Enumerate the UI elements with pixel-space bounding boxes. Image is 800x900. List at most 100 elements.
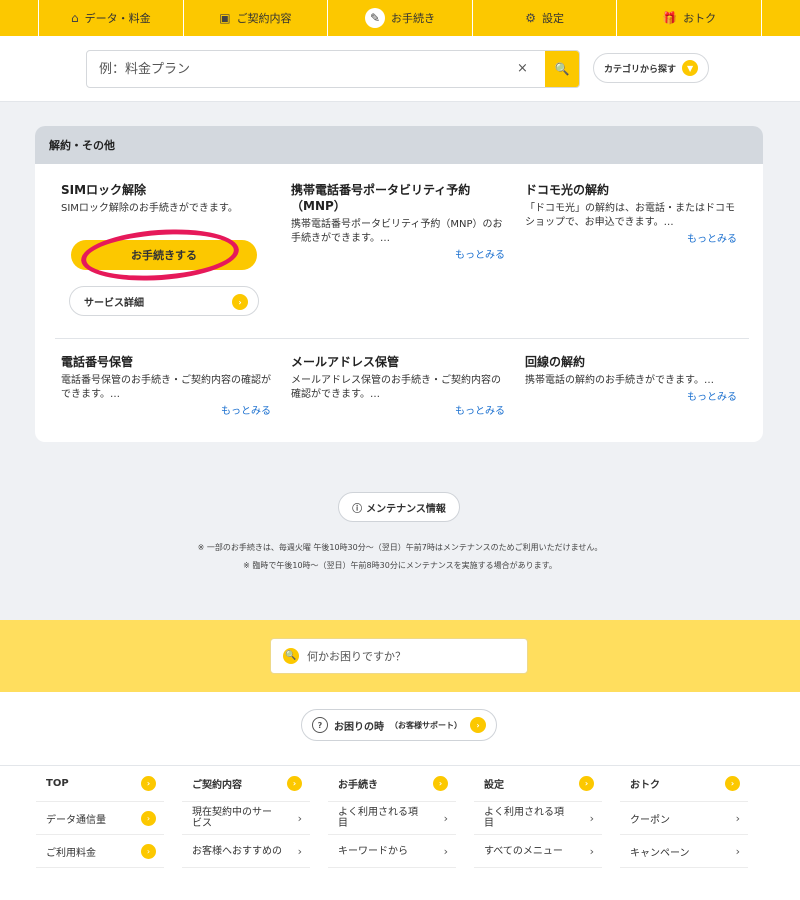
chevron-right-icon: ›	[443, 811, 448, 825]
item-desc: 電話番号保管のお手続き・ご契約内容の確認ができます。…	[61, 375, 271, 400]
chevron-right-icon: ›	[141, 843, 156, 859]
footer-link[interactable]: よく利用される項目 ›	[474, 802, 602, 835]
footer-link-label: データ通信量	[46, 814, 106, 826]
footer-column-contract: ご契約内容 › 現在契約中のサービス › お客様へおすすめの ›	[182, 766, 310, 868]
item-docomo-hikari: ドコモ光の解約 「ドコモ光」の解約は、お電話・またはドコモショップで、お申込でき…	[525, 182, 737, 245]
gift-icon: 🎁	[662, 11, 678, 25]
tab-procedures[interactable]: ✎ お手続き	[327, 0, 472, 36]
item-mnp: 携帯電話番号ポータビリティ予約（MNP） 携帯電話番号ポータビリティ予約（MNP…	[291, 182, 505, 261]
maintenance-note-1: ※ 一部のお手続きは、毎週火曜 午後10時30分～（翌日）午前7時はメンテナンス…	[197, 543, 603, 552]
more-link[interactable]: もっとみる	[291, 402, 505, 417]
chevron-right-icon: ›	[297, 844, 302, 858]
search-button[interactable]: 🔍	[545, 51, 579, 87]
footer-link[interactable]: よく利用される項目 ›	[328, 802, 456, 835]
tab-label: お手続き	[390, 12, 435, 25]
item-title: ドコモ光の解約	[525, 183, 610, 197]
chevron-right-icon: ›	[141, 776, 156, 791]
question-icon: ?	[312, 717, 328, 733]
item-desc: 携帯電話番号ポータビリティ予約（MNP）のお手続きができます。…	[291, 219, 503, 244]
edit-icon: ✎	[364, 8, 385, 28]
maintenance-note-2: ※ 臨時で午後10時～（翌日）午前8時30分にメンテナンスを実施する場合がありま…	[243, 561, 557, 570]
support-label: お困りの時	[334, 721, 384, 733]
support-sub-label: （お客様サポート）	[390, 720, 462, 730]
footer-navigation: TOP › データ通信量 › ご利用料金 › ご契約内容 › 現在契約中のサービ…	[0, 765, 800, 900]
tab-label: おトク	[683, 12, 717, 25]
maintenance-info-button[interactable]: ⓘ メンテナンス情報	[338, 492, 460, 522]
item-title: 電話番号保管	[61, 355, 134, 369]
item-line-cancel: 回線の解約 携帯電話の解約のお手続きができます。… もっとみる	[525, 354, 737, 403]
footer-link-label: よく利用される項目	[338, 807, 418, 829]
footer-link[interactable]: キャンペーン ›	[620, 835, 748, 868]
item-title: メールアドレス保管	[291, 355, 400, 369]
footer-link[interactable]: すべてのメニュー ›	[474, 835, 602, 868]
tab-settings[interactable]: ⚙ 設定	[471, 0, 617, 36]
chevron-right-icon: ›	[287, 776, 302, 791]
footer-link-label: お客様へおすすめの	[192, 845, 282, 857]
footer-link[interactable]: 現在契約中のサービス ›	[182, 802, 310, 835]
footer-column-deals: おトク › クーポン › キャンペーン ›	[620, 766, 748, 868]
footer-link-label: キーワードから	[338, 845, 408, 857]
footer-link-label: クーポン	[630, 814, 670, 826]
service-detail-button[interactable]: サービス詳細 ›	[69, 286, 259, 316]
more-link[interactable]: もっとみる	[291, 246, 505, 261]
item-title: 携帯電話番号ポータビリティ予約（MNP）	[291, 183, 471, 213]
chevron-right-icon: ›	[443, 844, 448, 858]
more-link[interactable]: もっとみる	[525, 230, 737, 245]
footer-head[interactable]: TOP ›	[36, 766, 164, 802]
contract-icon: ▣	[219, 11, 231, 25]
footer-link[interactable]: クーポン ›	[620, 802, 748, 835]
footer-head[interactable]: 設定 ›	[474, 766, 602, 802]
footer-link-label: よく利用される項目	[484, 807, 564, 829]
help-search-band: 🔍 何かお困りですか？	[0, 620, 800, 692]
category-button-label: カテゴリから探す	[604, 64, 677, 75]
chevron-right-icon: ›	[433, 776, 448, 791]
search-area: × 🔍 カテゴリから探す ▼	[0, 36, 800, 102]
footer-link[interactable]: キーワードから ›	[328, 835, 456, 868]
top-navigation: ⌂ データ・料金 ▣ ご契約内容 ✎ お手続き ⚙ 設定 🎁 おトク	[0, 0, 800, 36]
footer-column-settings: 設定 › よく利用される項目 › すべてのメニュー ›	[474, 766, 602, 868]
footer-head[interactable]: おトク ›	[620, 766, 748, 802]
item-title: SIMロック解除	[61, 183, 147, 197]
search-box: × 🔍	[86, 50, 580, 88]
tab-contract[interactable]: ▣ ご契約内容	[182, 0, 328, 36]
footer-head-label: おトク	[630, 780, 660, 791]
chevron-right-icon: ›	[470, 717, 486, 733]
footer-link[interactable]: データ通信量 ›	[36, 802, 164, 835]
footer-column-top: TOP › データ通信量 › ご利用料金 ›	[36, 766, 164, 868]
chevron-right-icon: ›	[232, 294, 248, 310]
chevron-right-icon: ›	[589, 811, 594, 825]
home-icon: ⌂	[70, 11, 79, 25]
tab-label: データ・料金	[84, 12, 151, 25]
item-desc: SIMロック解除のお手続きができます。	[61, 203, 238, 214]
chevron-down-icon: ▼	[682, 60, 699, 76]
footer-head[interactable]: ご契約内容 ›	[182, 766, 310, 802]
footer-link[interactable]: ご利用料金 ›	[36, 835, 164, 868]
category-search-button[interactable]: カテゴリから探す ▼	[593, 53, 709, 83]
chevron-right-icon: ›	[735, 844, 740, 858]
footer-head-label: 設定	[484, 780, 504, 791]
main-content: 解約・その他 SIMロック解除 SIMロック解除のお手続きができます。 お手続き…	[0, 102, 800, 620]
chevron-right-icon: ›	[735, 811, 740, 825]
more-link[interactable]: もっとみる	[525, 388, 737, 403]
clear-icon[interactable]: ×	[517, 61, 528, 76]
footer-link-label: ご利用料金	[46, 847, 96, 859]
maintenance-label: メンテナンス情報	[366, 503, 446, 515]
item-desc: 携帯電話の解約のお手続きができます。…	[525, 375, 714, 386]
more-link[interactable]: もっとみる	[61, 402, 271, 417]
proceed-button[interactable]: お手続きする	[71, 240, 257, 270]
cancellation-card: 解約・その他 SIMロック解除 SIMロック解除のお手続きができます。 お手続き…	[35, 126, 763, 442]
tab-deals[interactable]: 🎁 おトク	[616, 0, 762, 36]
chevron-right-icon: ›	[589, 844, 594, 858]
tab-label: ご契約内容	[236, 12, 292, 25]
help-search-input[interactable]: 🔍 何かお困りですか？	[270, 638, 528, 674]
footer-link-label: すべてのメニュー	[484, 845, 563, 857]
search-input[interactable]	[99, 51, 499, 87]
row-divider	[55, 338, 749, 339]
tab-data-fee[interactable]: ⌂ データ・料金	[38, 0, 183, 36]
item-phone-number-keep: 電話番号保管 電話番号保管のお手続き・ご契約内容の確認ができます。… もっとみる	[61, 354, 271, 417]
footer-head[interactable]: お手続き ›	[328, 766, 456, 802]
info-icon: ⓘ	[352, 503, 363, 515]
footer-link[interactable]: お客様へおすすめの ›	[182, 835, 310, 868]
card-header: 解約・その他	[35, 126, 763, 164]
customer-support-button[interactable]: ? お困りの時 （お客様サポート） ›	[301, 709, 497, 741]
